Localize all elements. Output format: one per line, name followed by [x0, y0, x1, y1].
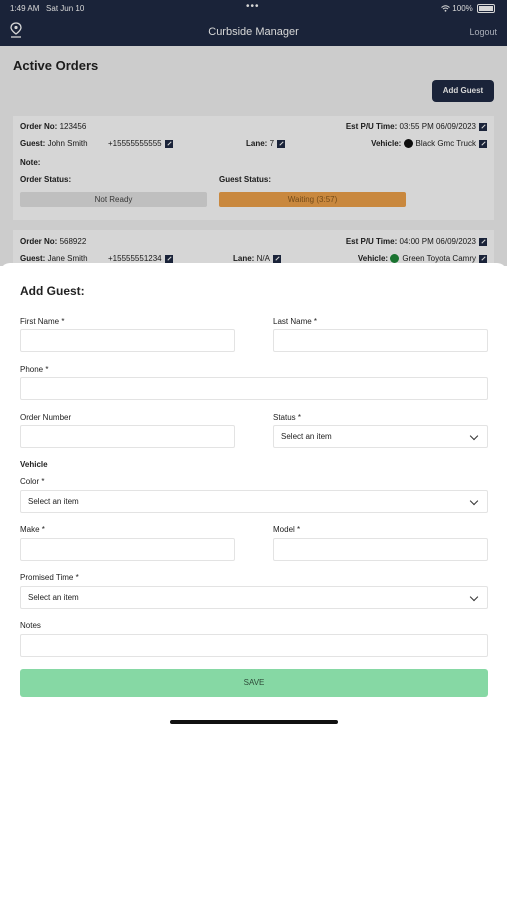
notes-input[interactable]	[20, 634, 488, 657]
phone-input[interactable]	[20, 377, 488, 400]
status-select[interactable]: Select an item	[273, 425, 488, 448]
order-number-input[interactable]	[20, 425, 235, 448]
home-indicator[interactable]	[170, 720, 338, 724]
notes-label: Notes	[20, 621, 41, 630]
form-title: Add Guest:	[20, 284, 85, 298]
phone-label: Phone *	[20, 365, 49, 374]
promised-time-label: Promised Time *	[20, 573, 79, 582]
last-name-label: Last Name *	[273, 317, 318, 326]
status-select-value: Select an item	[281, 432, 332, 441]
color-label: Color *	[20, 477, 45, 486]
vehicle-heading: Vehicle	[20, 460, 48, 469]
first-name-input[interactable]	[20, 329, 235, 352]
status-label: Status *	[273, 413, 302, 422]
make-label: Make *	[20, 525, 45, 534]
chevron-down-icon	[469, 431, 479, 441]
last-name-input[interactable]	[273, 329, 488, 352]
model-label: Model *	[273, 525, 301, 534]
first-name-label: First Name *	[20, 317, 65, 326]
color-select[interactable]: Select an item	[20, 490, 488, 513]
add-guest-sheet: Add Guest: First Name * Last Name * Phon…	[0, 263, 507, 900]
save-button[interactable]: SAVE	[20, 669, 488, 697]
order-number-label: Order Number	[20, 413, 72, 422]
modal-dim-overlay	[0, 0, 507, 266]
color-select-value: Select an item	[28, 497, 79, 506]
model-input[interactable]	[273, 538, 488, 561]
promised-time-select[interactable]: Select an item	[20, 586, 488, 609]
promised-time-select-value: Select an item	[28, 593, 79, 602]
chevron-down-icon	[469, 592, 479, 602]
make-input[interactable]	[20, 538, 235, 561]
chevron-down-icon	[469, 496, 479, 506]
